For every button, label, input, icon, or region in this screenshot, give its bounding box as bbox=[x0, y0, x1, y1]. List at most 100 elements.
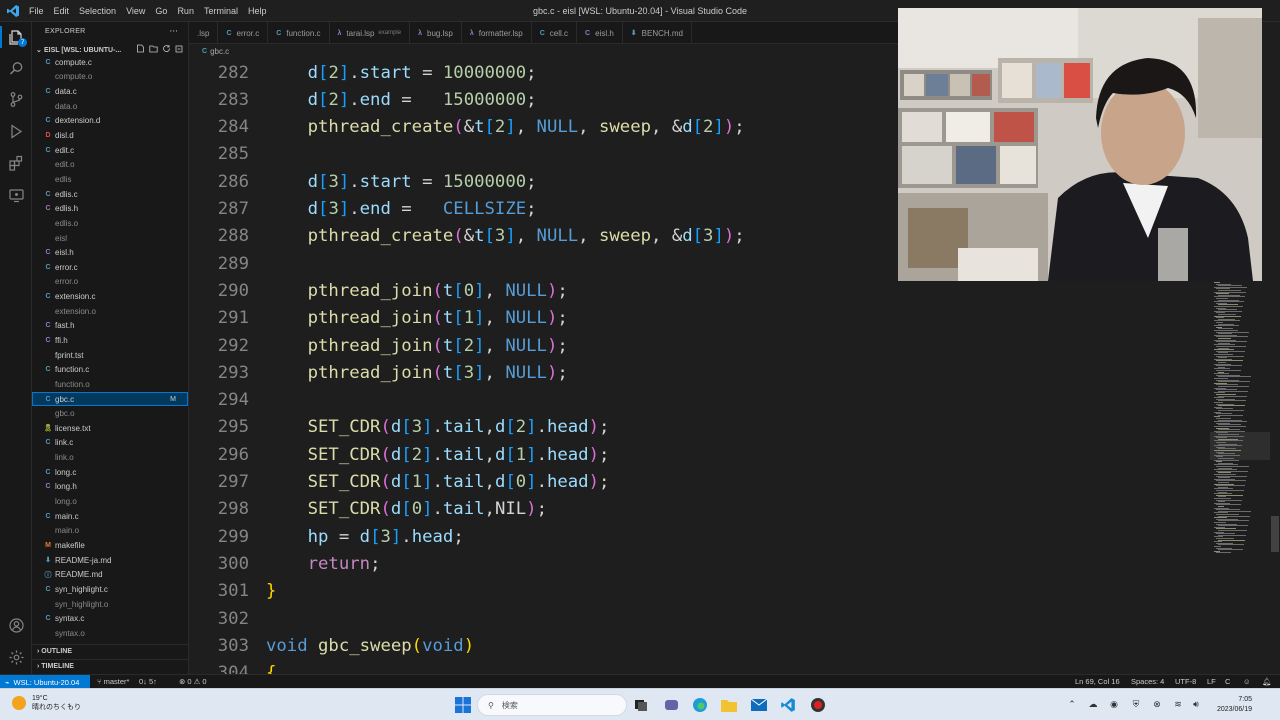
wifi-icon[interactable]: ≋ bbox=[1172, 698, 1184, 710]
weather-widget[interactable]: 19°C 晴れのちくもり bbox=[12, 694, 81, 712]
editor-tab[interactable]: .lsp bbox=[189, 22, 219, 43]
editor-tab[interactable]: ⬇ BENCH.md bbox=[623, 22, 692, 43]
security-icon[interactable]: ⛨ bbox=[1130, 698, 1142, 710]
extensions-activity[interactable] bbox=[5, 152, 27, 174]
problems-status[interactable]: ⊗ 0 ⚠ 0 bbox=[179, 675, 207, 689]
refresh-icon[interactable] bbox=[162, 44, 171, 53]
file-item[interactable]: Clong.h bbox=[32, 480, 188, 495]
chevron-up-icon[interactable]: ⌃ bbox=[1066, 698, 1078, 710]
file-item[interactable]: edit.o bbox=[32, 157, 188, 172]
file-item[interactable]: Cdextension.d bbox=[32, 114, 188, 129]
file-item[interactable]: Ccompute.c bbox=[32, 55, 188, 70]
manage-activity[interactable] bbox=[5, 646, 27, 668]
branch-status[interactable]: ⑂ master* bbox=[97, 675, 129, 689]
editor-tab[interactable]: λ tarai.lsp example bbox=[330, 22, 411, 43]
file-item[interactable]: Ceisl.h bbox=[32, 245, 188, 260]
file-item[interactable]: Cerror.c bbox=[32, 260, 188, 275]
cloud-icon[interactable]: ☁ bbox=[1087, 698, 1099, 710]
close-circle-icon[interactable]: ⊗ bbox=[1151, 698, 1163, 710]
camera-icon[interactable]: ◉ bbox=[1108, 698, 1120, 710]
run-debug-activity[interactable] bbox=[5, 120, 27, 142]
menu-help[interactable]: Help bbox=[243, 0, 272, 22]
file-item[interactable]: 🎗 license.txt bbox=[32, 421, 188, 436]
menu-view[interactable]: View bbox=[121, 0, 150, 22]
explorer-activity[interactable]: 7 bbox=[5, 26, 27, 48]
record-app-button[interactable] bbox=[807, 694, 829, 716]
file-item[interactable]: link.o bbox=[32, 450, 188, 465]
editor-tab[interactable]: Ceisl.h bbox=[577, 22, 623, 43]
file-item[interactable]: Mmakefile bbox=[32, 538, 188, 553]
file-item[interactable]: eisl bbox=[32, 231, 188, 246]
file-item[interactable]: data.o bbox=[32, 99, 188, 114]
editor-tab[interactable]: λ formatter.lsp bbox=[462, 22, 532, 43]
remote-indicator[interactable]: ⌁ WSL: Ubuntu-20.04 bbox=[0, 675, 90, 689]
more-actions-icon[interactable]: ··· bbox=[169, 22, 178, 42]
file-item[interactable]: ⬇ README-ja.md bbox=[32, 553, 188, 568]
collapse-all-icon[interactable] bbox=[175, 44, 184, 53]
file-item[interactable]: Ddisl.d bbox=[32, 128, 188, 143]
editor-tab[interactable]: λ bug.lsp bbox=[410, 22, 462, 43]
indentation-status[interactable]: Spaces: 4 bbox=[1131, 675, 1164, 689]
menu-terminal[interactable]: Terminal bbox=[199, 0, 243, 22]
scrollbar-thumb[interactable] bbox=[1271, 516, 1279, 552]
accounts-activity[interactable] bbox=[5, 614, 27, 636]
file-item[interactable]: Cgbc.c M bbox=[32, 391, 188, 407]
file-item[interactable]: compute.o bbox=[32, 70, 188, 85]
notifications-icon[interactable]: 🔔︎ bbox=[1262, 675, 1272, 689]
file-item[interactable]: Cedlis.h bbox=[32, 201, 188, 216]
file-explorer-button[interactable] bbox=[718, 694, 740, 716]
language-status[interactable]: C bbox=[1225, 675, 1230, 689]
file-item[interactable]: Csyn_highlight.c bbox=[32, 582, 188, 597]
editor-tab[interactable]: Cfunction.c bbox=[268, 22, 330, 43]
new-folder-icon[interactable] bbox=[149, 44, 158, 53]
file-item[interactable]: Cffi.h bbox=[32, 333, 188, 348]
breadcrumb-file[interactable]: gbc.c bbox=[210, 47, 229, 56]
mail-button[interactable] bbox=[748, 694, 770, 716]
file-item[interactable]: long.o bbox=[32, 494, 188, 509]
start-button[interactable] bbox=[452, 694, 474, 716]
file-item[interactable]: Cfunction.c bbox=[32, 362, 188, 377]
file-item[interactable]: edlis.o bbox=[32, 216, 188, 231]
taskbar-clock[interactable]: 7:05 2023/06/19 bbox=[1206, 695, 1252, 715]
file-item[interactable]: Cedlis.c bbox=[32, 187, 188, 202]
menu-file[interactable]: File bbox=[24, 0, 49, 22]
chat-button[interactable] bbox=[660, 694, 682, 716]
vscode-taskbar-button[interactable] bbox=[777, 694, 799, 716]
menu-selection[interactable]: Selection bbox=[74, 0, 121, 22]
file-item[interactable]: Clong.c bbox=[32, 465, 188, 480]
file-item[interactable]: function.o bbox=[32, 377, 188, 392]
file-item[interactable]: Cdata.c bbox=[32, 84, 188, 99]
file-item[interactable]: edlis bbox=[32, 172, 188, 187]
file-item[interactable]: gbc.o bbox=[32, 406, 188, 421]
file-item[interactable]: syn_highlight.o bbox=[32, 597, 188, 612]
source-control-activity[interactable] bbox=[5, 88, 27, 110]
task-view-button[interactable] bbox=[630, 694, 652, 716]
search-activity[interactable] bbox=[5, 57, 27, 79]
file-item[interactable]: error.o bbox=[32, 275, 188, 290]
editor-tab[interactable]: Ccell.c bbox=[532, 22, 578, 43]
timeline-section[interactable]: › TIMELINE bbox=[32, 659, 188, 673]
file-item[interactable]: fprint.tst bbox=[32, 348, 188, 363]
minimap[interactable] bbox=[1210, 280, 1270, 674]
feedback-icon[interactable]: ☺ bbox=[1243, 675, 1251, 689]
edge-button[interactable] bbox=[689, 694, 711, 716]
file-item[interactable]: Cmain.c bbox=[32, 509, 188, 524]
outline-section[interactable]: › OUTLINE bbox=[32, 644, 188, 658]
file-item[interactable]: Csyntax.c bbox=[32, 611, 188, 626]
eol-status[interactable]: LF bbox=[1207, 675, 1216, 689]
file-item[interactable]: syntax.o bbox=[32, 626, 188, 641]
file-item[interactable]: Cfast.h bbox=[32, 319, 188, 334]
cursor-position[interactable]: Ln 69, Col 16 bbox=[1075, 675, 1120, 689]
editor-tab[interactable]: Cerror.c bbox=[218, 22, 269, 43]
file-item[interactable]: ⓘ README.md bbox=[32, 567, 188, 582]
vertical-scrollbar[interactable] bbox=[1270, 58, 1280, 674]
file-item[interactable]: extension.o bbox=[32, 304, 188, 319]
volume-icon[interactable]: 🔊︎ bbox=[1190, 698, 1202, 710]
menu-edit[interactable]: Edit bbox=[49, 0, 75, 22]
menu-go[interactable]: Go bbox=[150, 0, 172, 22]
new-file-icon[interactable] bbox=[136, 44, 145, 53]
sync-status[interactable]: 0↓ 5↑ bbox=[139, 675, 157, 689]
file-item[interactable]: Clink.c bbox=[32, 436, 188, 451]
remote-explorer-activity[interactable] bbox=[5, 184, 27, 206]
taskbar-search[interactable]: ⚲ 検索 bbox=[477, 694, 627, 716]
